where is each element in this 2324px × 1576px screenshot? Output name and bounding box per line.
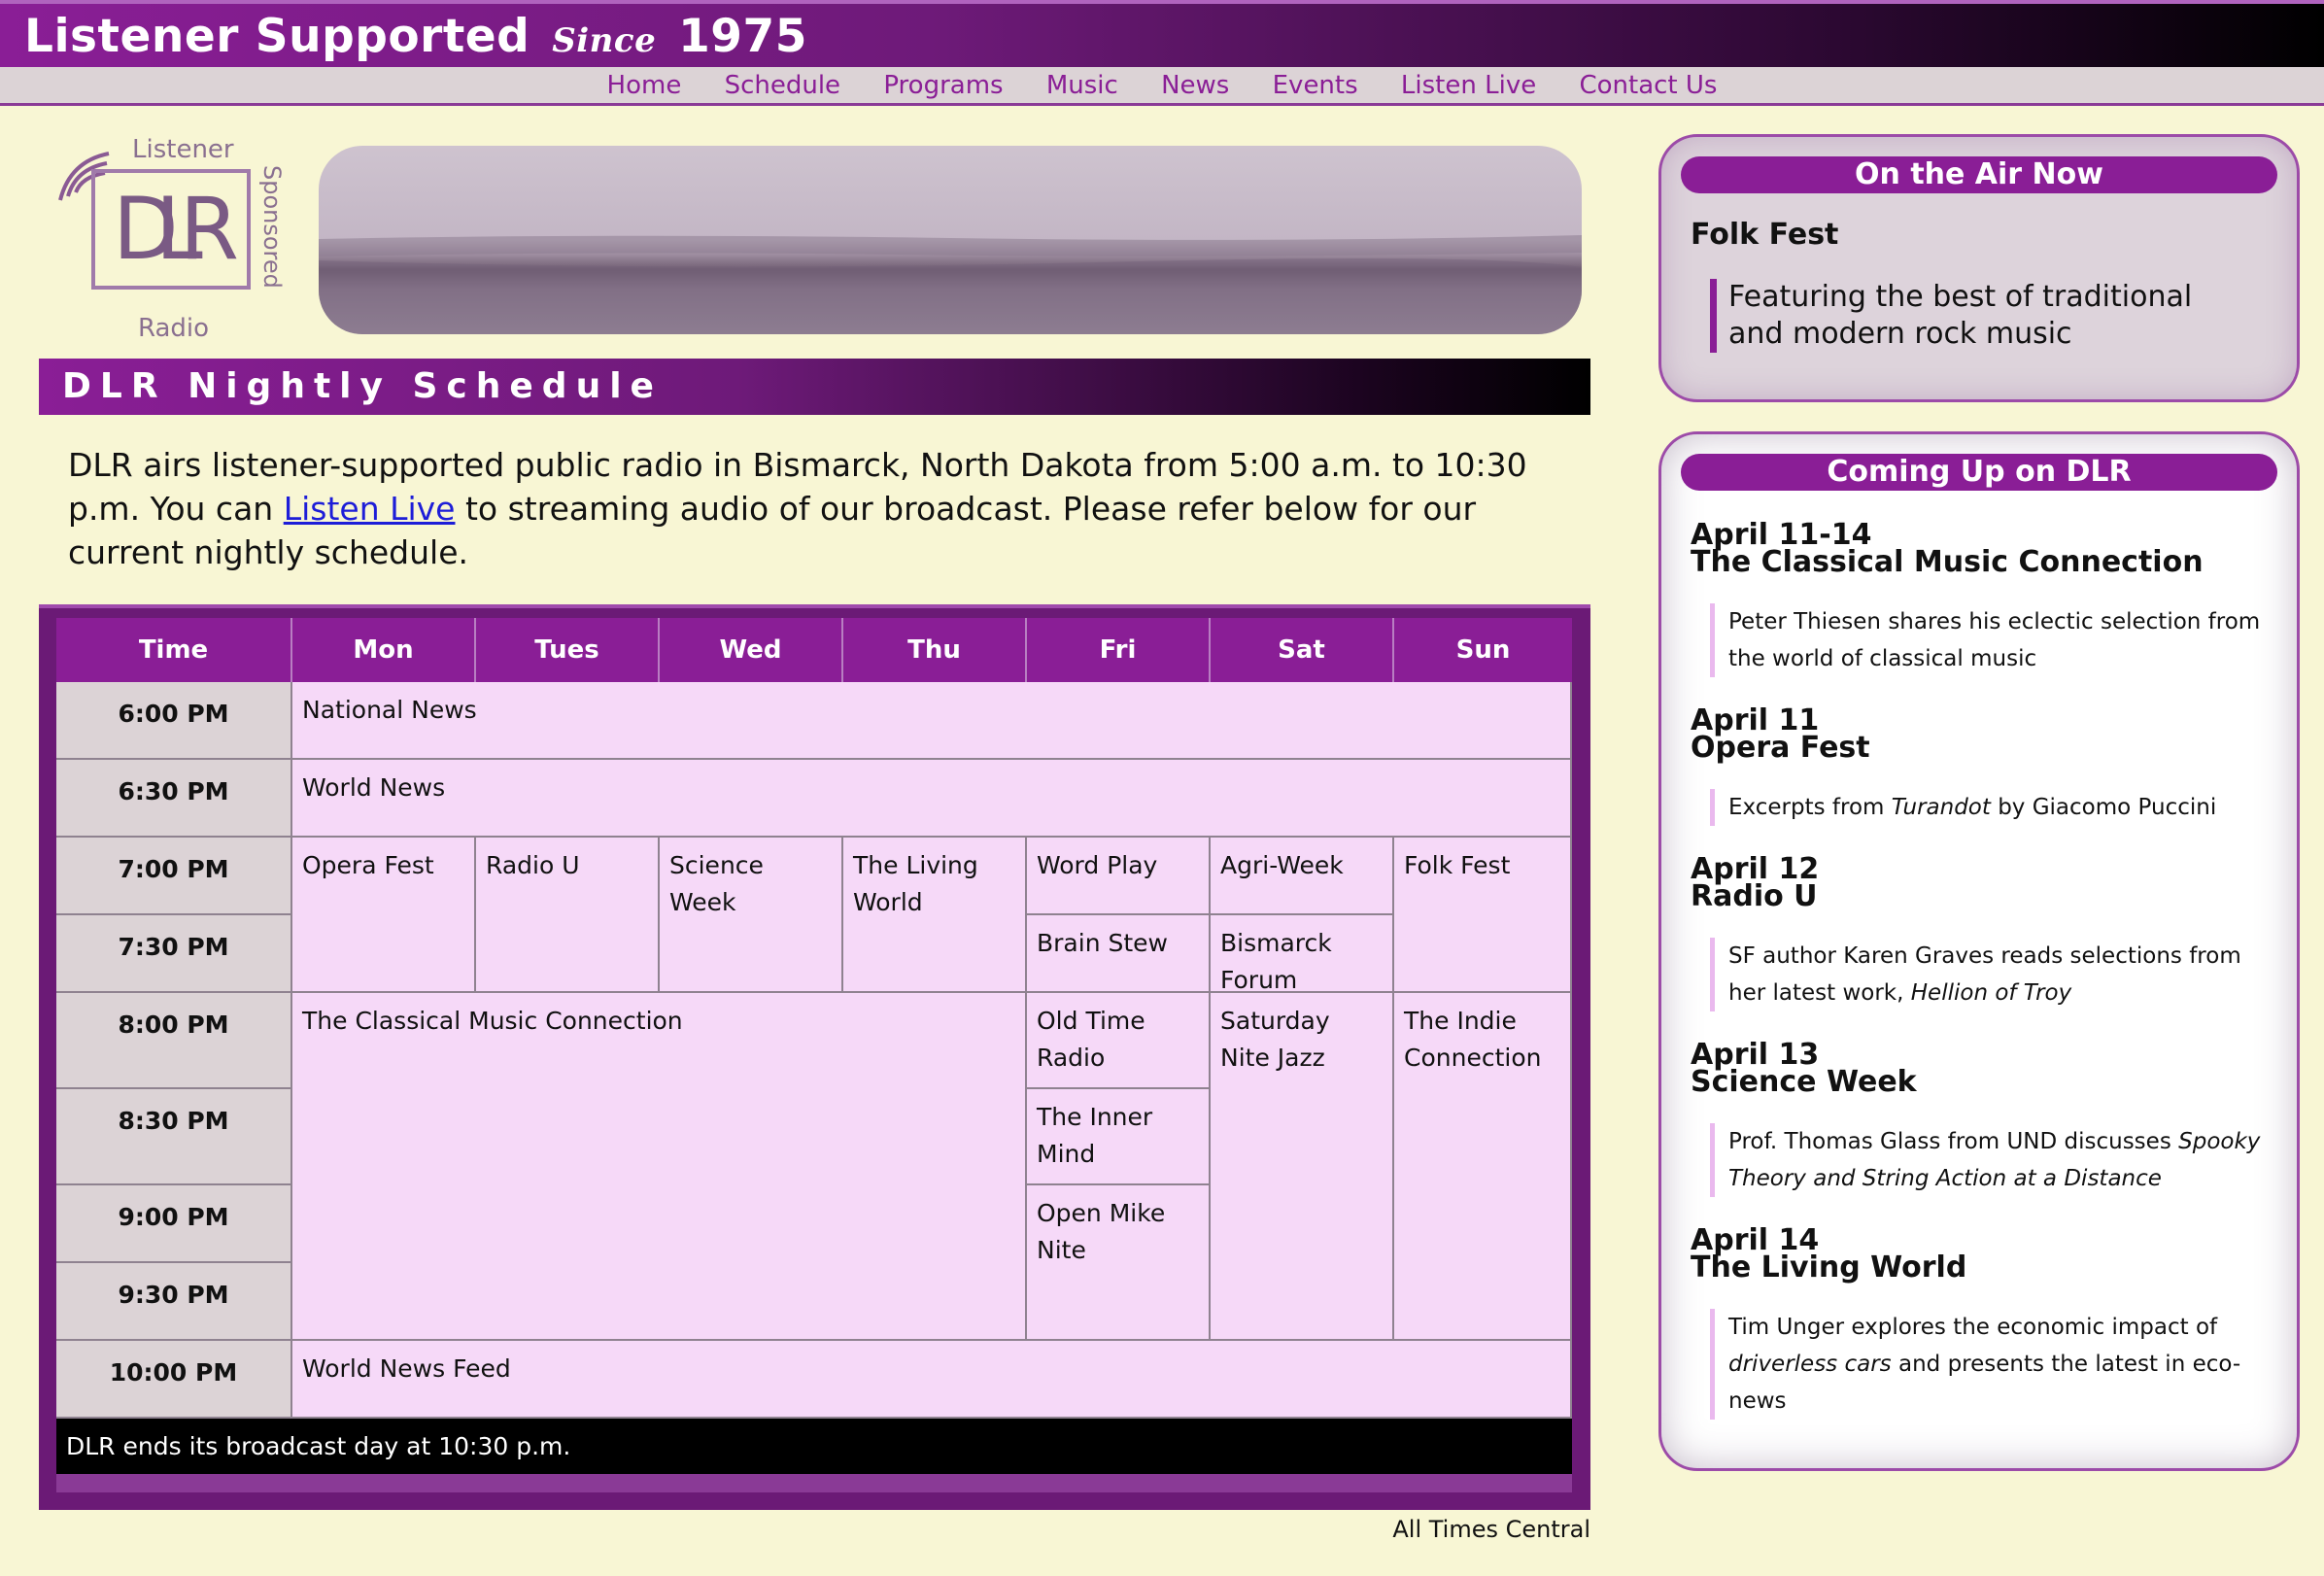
program-cell: Agri-Week xyxy=(1211,838,1394,915)
schedule-footer: DLR ends its broadcast day at 10:30 p.m. xyxy=(56,1419,1572,1474)
coming-up-box: Coming Up on DLR April 11-14 The Classic… xyxy=(1658,431,2300,1471)
header-mon: Mon xyxy=(292,618,476,682)
event-desc-text: by Giacomo Puccini xyxy=(1990,795,2217,820)
header-sun: Sun xyxy=(1394,618,1572,682)
nav-programs[interactable]: Programs xyxy=(883,67,1003,104)
event-desc-italic: Turandot xyxy=(1891,795,1991,820)
event-desc-text: Prof. Thomas Glass from UND discusses xyxy=(1728,1129,2179,1154)
site-banner: Listener Supported Since 1975 xyxy=(0,0,2324,67)
header-wed: Wed xyxy=(660,618,843,682)
schedule-table: Time Mon Tues Wed Thu Fri Sat Sun 6:00 P… xyxy=(56,618,1572,1492)
program-cell: Radio U xyxy=(476,838,660,993)
section-heading: DLR Nightly Schedule xyxy=(39,359,1590,415)
program-cell: The Classical Music Connection xyxy=(292,993,1027,1341)
program-cell: World News xyxy=(292,760,1572,838)
time-cell: 9:00 PM xyxy=(56,1185,292,1263)
time-cell: 7:00 PM xyxy=(56,838,292,915)
signal-waves-icon xyxy=(58,152,110,201)
on-air-title: On the Air Now xyxy=(1681,156,2277,193)
time-zone-note: All Times Central xyxy=(1392,1516,1590,1543)
event-name: Opera Fest xyxy=(1691,731,1870,765)
coming-up-title: Coming Up on DLR xyxy=(1681,454,2277,491)
nav-home[interactable]: Home xyxy=(607,67,682,104)
time-cell: 9:30 PM xyxy=(56,1263,292,1341)
on-air-show: Folk Fest xyxy=(1691,218,1839,252)
title-year: 1975 xyxy=(678,10,807,63)
time-cell: 8:30 PM xyxy=(56,1089,292,1185)
nav-schedule[interactable]: Schedule xyxy=(725,67,840,104)
event-desc-text: Tim Unger explores the economic impact o… xyxy=(1728,1315,2218,1340)
header-tues: Tues xyxy=(476,618,660,682)
program-cell: Brain Stew xyxy=(1027,915,1211,993)
nav-events[interactable]: Events xyxy=(1273,67,1358,104)
event-item: April 13 Science Week Prof. Thomas Glass… xyxy=(1691,1041,2273,1197)
event-desc-text: Peter Thiesen shares his eclectic select… xyxy=(1728,609,2261,671)
program-cell: Opera Fest xyxy=(292,838,476,993)
program-cell: Science Week xyxy=(660,838,843,993)
event-item: April 12 Radio U SF author Karen Graves … xyxy=(1691,855,2273,1011)
logo-bottom-text: Radio xyxy=(138,314,209,343)
landscape-photo xyxy=(319,146,1582,334)
time-cell: 6:00 PM xyxy=(56,682,292,760)
header-sat: Sat xyxy=(1211,618,1394,682)
event-item: April 11 Opera Fest Excerpts from Turand… xyxy=(1691,706,2273,826)
time-cell: 10:00 PM xyxy=(56,1341,292,1419)
program-cell: The Inner Mind xyxy=(1027,1089,1211,1185)
program-cell: Word Play xyxy=(1027,838,1211,915)
nav-music[interactable]: Music xyxy=(1046,67,1118,104)
event-name: Radio U xyxy=(1691,879,1818,913)
event-desc-text: Excerpts from xyxy=(1728,795,1892,820)
title-since: Since xyxy=(552,21,657,60)
time-cell: 6:30 PM xyxy=(56,760,292,838)
event-name: The Classical Music Connection xyxy=(1691,545,2204,579)
program-cell: Saturday Nite Jazz xyxy=(1211,993,1394,1341)
header-thu: Thu xyxy=(843,618,1027,682)
title-main: Listener Supported xyxy=(24,10,530,63)
program-cell: Bismarck Forum xyxy=(1211,915,1394,994)
time-cell: 8:00 PM xyxy=(56,993,292,1089)
header-time: Time xyxy=(56,618,292,682)
header-fri: Fri xyxy=(1027,618,1211,682)
event-name: Science Week xyxy=(1691,1065,1917,1099)
event-desc-italic: Hellion of Troy xyxy=(1910,980,2072,1006)
dlr-logo: Listener DLR Sponsored Radio xyxy=(58,135,286,343)
event-description: Prof. Thomas Glass from UND discusses Sp… xyxy=(1710,1123,2273,1197)
logo-top-text: Listener xyxy=(132,135,234,164)
event-name: The Living World xyxy=(1691,1251,1967,1285)
event-description: Tim Unger explores the economic impact o… xyxy=(1710,1309,2273,1420)
event-desc-italic: driverless cars xyxy=(1728,1352,1892,1377)
event-item: April 11-14 The Classical Music Connecti… xyxy=(1691,521,2273,677)
program-cell: Folk Fest xyxy=(1394,838,1572,993)
event-item: April 14 The Living World Tim Unger expl… xyxy=(1691,1226,2273,1420)
program-cell: The Living World xyxy=(843,838,1027,993)
logo-main-text: DLR xyxy=(113,179,239,279)
time-cell: 7:30 PM xyxy=(56,915,292,993)
site-title: Listener Supported Since 1975 xyxy=(24,10,807,63)
program-cell: Old Time Radio xyxy=(1027,993,1211,1089)
schedule-table-frame: Time Mon Tues Wed Thu Fri Sat Sun 6:00 P… xyxy=(39,604,1590,1510)
main-nav: Home Schedule Programs Music News Events… xyxy=(0,67,2324,106)
intro-paragraph: DLR airs listener-supported public radio… xyxy=(68,443,1564,574)
nav-contact-us[interactable]: Contact Us xyxy=(1579,67,1717,104)
program-cell: Open Mike Nite xyxy=(1027,1185,1211,1341)
event-description: Excerpts from Turandot by Giacomo Puccin… xyxy=(1710,789,2273,826)
on-air-description: Featuring the best of traditional and mo… xyxy=(1710,279,2254,353)
landscape-texture xyxy=(319,235,1582,334)
program-cell: National News xyxy=(292,682,1572,760)
program-cell: The Indie Connection xyxy=(1394,993,1572,1341)
nav-news[interactable]: News xyxy=(1161,67,1229,104)
program-cell: World News Feed xyxy=(292,1341,1572,1419)
event-description: SF author Karen Graves reads selections … xyxy=(1710,938,2273,1011)
listen-live-link[interactable]: Listen Live xyxy=(284,490,456,528)
on-air-now-box: On the Air Now Folk Fest Featuring the b… xyxy=(1658,134,2300,402)
event-description: Peter Thiesen shares his eclectic select… xyxy=(1710,603,2273,677)
logo-side-text: Sponsored xyxy=(258,165,286,289)
nav-listen-live[interactable]: Listen Live xyxy=(1401,67,1536,104)
